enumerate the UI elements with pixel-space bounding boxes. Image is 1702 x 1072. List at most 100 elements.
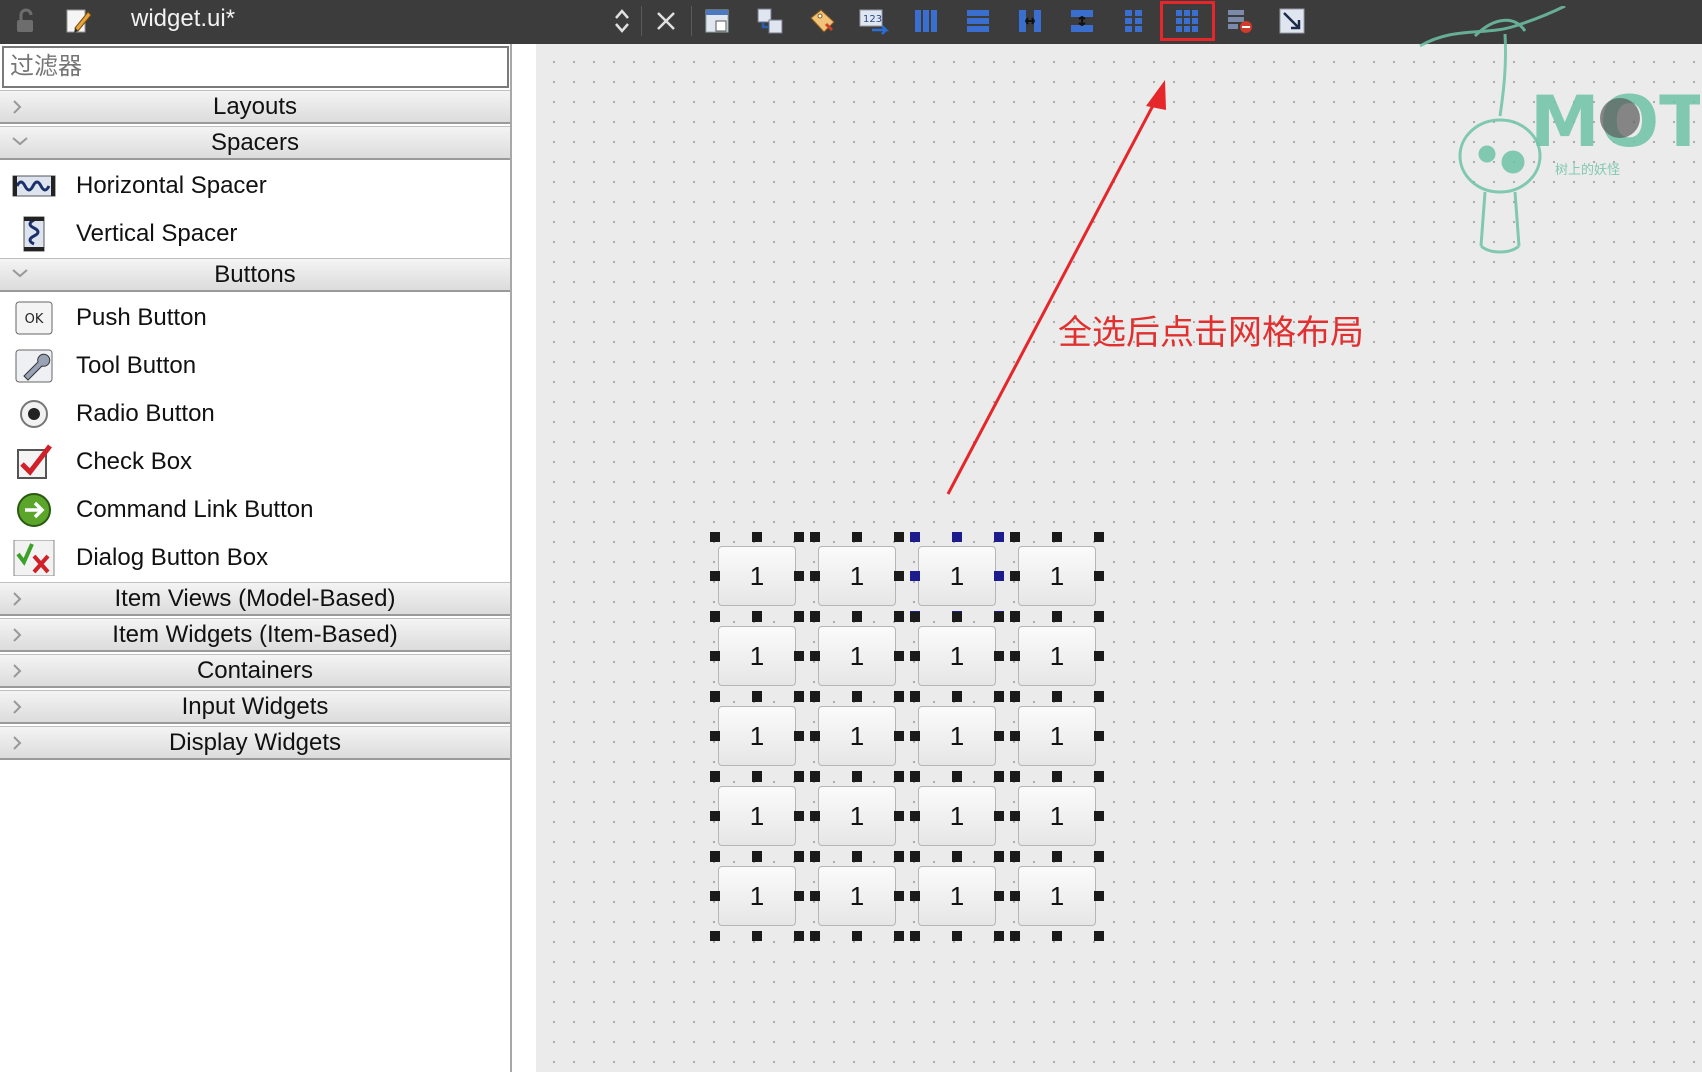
selection-handle[interactable] <box>910 651 920 661</box>
selection-handle[interactable] <box>1094 692 1104 702</box>
category-spacers[interactable]: Spacers <box>0 126 510 160</box>
selection-handle[interactable] <box>1094 811 1104 821</box>
selection-handle[interactable] <box>1052 612 1062 622</box>
selection-handle[interactable] <box>1010 772 1020 782</box>
selection-handle[interactable] <box>794 811 804 821</box>
layout-vertical-splitter-icon[interactable] <box>1066 6 1098 36</box>
layout-form-icon[interactable] <box>1118 6 1150 36</box>
form-push-button[interactable]: 1 <box>918 866 996 926</box>
category-item-widgets[interactable]: Item Widgets (Item-Based) <box>0 618 510 652</box>
selection-handle[interactable] <box>910 612 920 622</box>
selection-handle[interactable] <box>710 891 720 901</box>
form-push-button[interactable]: 1 <box>818 546 896 606</box>
selection-handle[interactable] <box>794 532 804 542</box>
edit-tab-order-icon[interactable]: 123 <box>858 6 890 36</box>
selection-handle[interactable] <box>994 731 1004 741</box>
selection-handle[interactable] <box>1094 931 1104 941</box>
selection-handle[interactable] <box>1010 532 1020 542</box>
selection-handle[interactable] <box>710 612 720 622</box>
widget-item-command-link-button[interactable]: Command Link Button <box>0 486 510 534</box>
selection-handle[interactable] <box>894 651 904 661</box>
selection-handle[interactable] <box>994 772 1004 782</box>
selection-handle[interactable] <box>752 612 762 622</box>
selection-handle[interactable] <box>952 852 962 862</box>
selection-handle[interactable] <box>952 931 962 941</box>
edit-signals-slots-icon[interactable] <box>754 6 786 36</box>
selection-handle[interactable] <box>810 532 820 542</box>
widget-item-dialog-button-box[interactable]: Dialog Button Box <box>0 534 510 582</box>
selection-handle[interactable] <box>1010 891 1020 901</box>
selection-handle[interactable] <box>794 891 804 901</box>
selection-handle[interactable] <box>810 651 820 661</box>
form-push-button[interactable]: 1 <box>1018 626 1096 686</box>
selection-handle[interactable] <box>794 852 804 862</box>
selection-handle[interactable] <box>710 692 720 702</box>
selection-handle[interactable] <box>1094 731 1104 741</box>
selection-handle[interactable] <box>994 612 1004 622</box>
selection-handle[interactable] <box>810 612 820 622</box>
form-push-button[interactable]: 1 <box>1018 866 1096 926</box>
widget-item-push-button[interactable]: OK Push Button <box>0 294 510 342</box>
selection-handle[interactable] <box>1010 571 1020 581</box>
selection-handle[interactable] <box>752 692 762 702</box>
selection-handle[interactable] <box>910 571 920 581</box>
selection-handle[interactable] <box>1094 651 1104 661</box>
form-push-button[interactable]: 1 <box>818 786 896 846</box>
selection-handle[interactable] <box>710 811 720 821</box>
selection-handle[interactable] <box>794 772 804 782</box>
adjust-size-icon[interactable] <box>1276 6 1308 36</box>
form-push-button[interactable]: 1 <box>718 626 796 686</box>
category-display-widgets[interactable]: Display Widgets <box>0 726 510 760</box>
selection-handle[interactable] <box>710 651 720 661</box>
widget-item-horizontal-spacer[interactable]: Horizontal Spacer <box>0 162 510 210</box>
widget-item-radio-button[interactable]: Radio Button <box>0 390 510 438</box>
form-push-button[interactable]: 1 <box>1018 546 1096 606</box>
selection-handle[interactable] <box>894 692 904 702</box>
selection-handle[interactable] <box>1010 931 1020 941</box>
form-push-button[interactable]: 1 <box>818 866 896 926</box>
selection-handle[interactable] <box>810 731 820 741</box>
selection-handle[interactable] <box>910 811 920 821</box>
selection-handle[interactable] <box>1094 891 1104 901</box>
selection-handle[interactable] <box>994 532 1004 542</box>
layout-horizontal-splitter-icon[interactable] <box>1014 6 1046 36</box>
selection-handle[interactable] <box>752 931 762 941</box>
selection-handle[interactable] <box>994 692 1004 702</box>
selection-handle[interactable] <box>894 931 904 941</box>
selection-handle[interactable] <box>710 731 720 741</box>
break-layout-icon[interactable] <box>1224 6 1256 36</box>
selection-handle[interactable] <box>952 772 962 782</box>
form-push-button[interactable]: 1 <box>718 706 796 766</box>
selection-handle[interactable] <box>794 931 804 941</box>
selection-handle[interactable] <box>852 931 862 941</box>
selection-handle[interactable] <box>710 772 720 782</box>
form-push-button[interactable]: 1 <box>918 786 996 846</box>
selection-handle[interactable] <box>1052 931 1062 941</box>
edit-widgets-icon[interactable] <box>702 6 734 36</box>
selection-handle[interactable] <box>910 731 920 741</box>
selection-handle[interactable] <box>952 532 962 542</box>
selection-handle[interactable] <box>894 532 904 542</box>
selection-handle[interactable] <box>910 891 920 901</box>
selection-handle[interactable] <box>852 772 862 782</box>
category-item-views[interactable]: Item Views (Model-Based) <box>0 582 510 616</box>
widget-item-tool-button[interactable]: Tool Button <box>0 342 510 390</box>
category-buttons[interactable]: Buttons <box>0 258 510 292</box>
selection-handle[interactable] <box>852 852 862 862</box>
edit-file-icon[interactable] <box>62 6 94 36</box>
selection-handle[interactable] <box>910 852 920 862</box>
selection-handle[interactable] <box>894 811 904 821</box>
selection-handle[interactable] <box>1094 532 1104 542</box>
filter-input[interactable] <box>2 46 509 88</box>
category-input-widgets[interactable]: Input Widgets <box>0 690 510 724</box>
selection-handle[interactable] <box>1094 772 1104 782</box>
form-push-button[interactable]: 1 <box>1018 706 1096 766</box>
selection-handle[interactable] <box>910 692 920 702</box>
form-push-button[interactable]: 1 <box>718 546 796 606</box>
selection-handle[interactable] <box>994 811 1004 821</box>
selection-handle[interactable] <box>910 532 920 542</box>
selection-handle[interactable] <box>810 891 820 901</box>
selection-handle[interactable] <box>1052 532 1062 542</box>
selection-handle[interactable] <box>794 692 804 702</box>
selection-handle[interactable] <box>810 811 820 821</box>
